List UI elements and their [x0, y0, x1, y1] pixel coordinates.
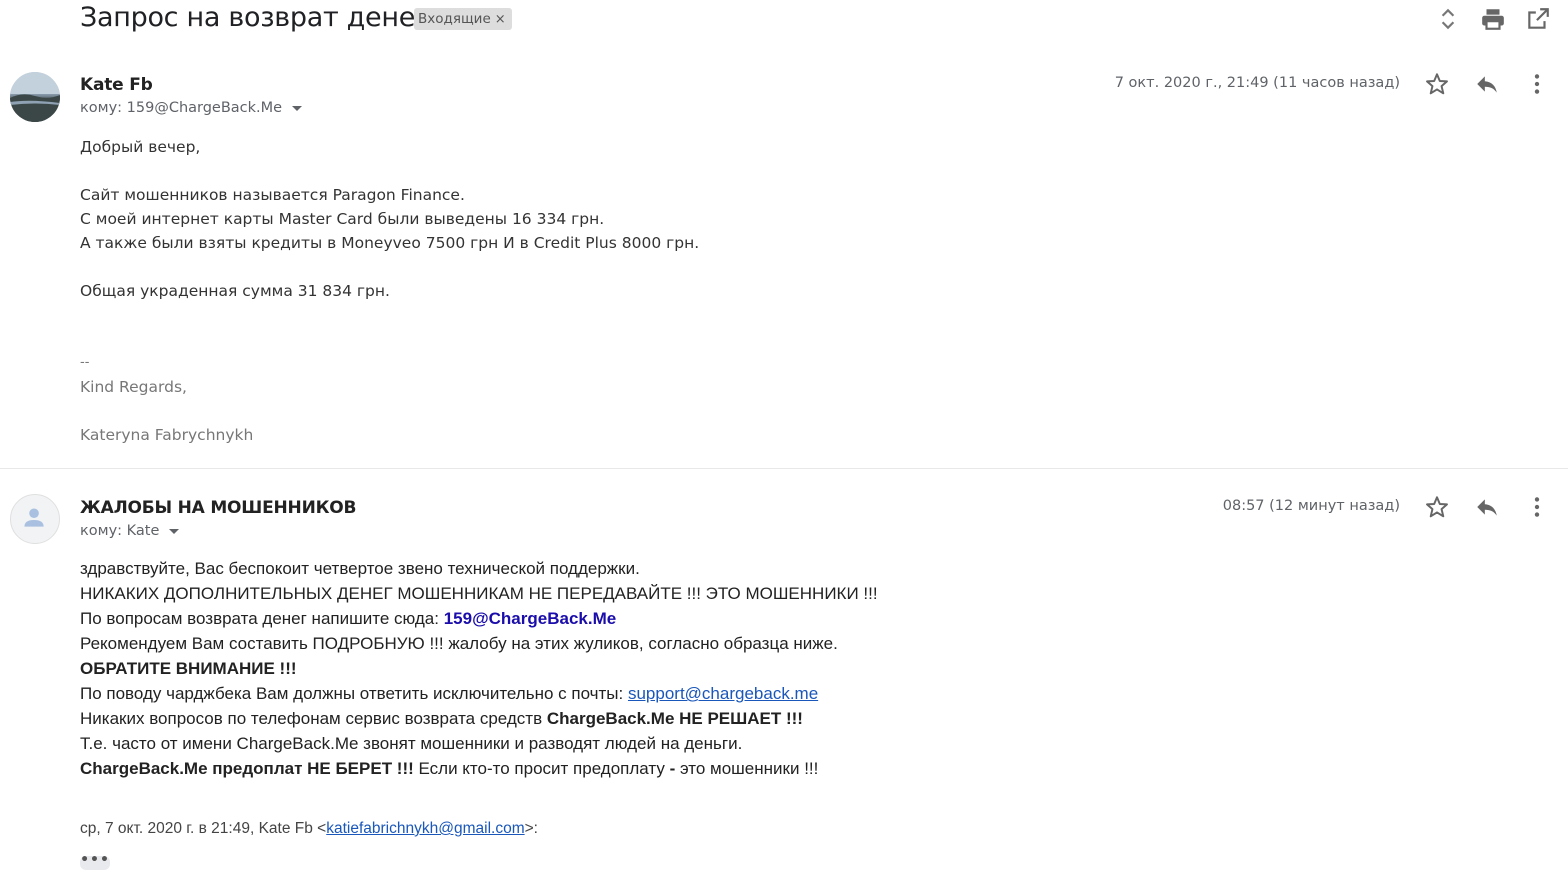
default-person-icon: [24, 508, 44, 527]
body-line: Сайт мошенников называется Paragon Finan…: [80, 186, 465, 204]
body-text: По поводу чарджбека Вам должны ответить …: [80, 684, 628, 703]
print-icon[interactable]: [1480, 6, 1506, 32]
more-options-icon[interactable]: [1524, 71, 1550, 97]
sender-avatar[interactable]: [10, 494, 60, 544]
body-line: С моей интернет карты Master Card были в…: [80, 210, 605, 228]
recipient-line[interactable]: кому: Kate: [80, 523, 180, 539]
body-line: НИКАКИХ ДОПОЛНИТЕЛЬНЫХ ДЕНЕГ МОШЕННИКАМ …: [80, 584, 878, 603]
reply-icon[interactable]: [1474, 494, 1500, 520]
recipient-text: кому: Kate: [80, 523, 160, 539]
quoted-header: ср, 7 окт. 2020 г. в 21:49, Kate Fb <kat…: [80, 820, 538, 838]
message-body: здравствуйте, Вас беспокоит четвертое зв…: [80, 556, 878, 781]
sender-name[interactable]: ЖАЛОБЫ НА МОШЕННИКОВ: [80, 498, 357, 518]
quote-suffix: >:: [524, 820, 538, 837]
body-line: А также были взяты кредиты в Moneyveo 75…: [80, 234, 700, 252]
body-line: Рекомендуем Вам составить ПОДРОБНУЮ !!! …: [80, 634, 838, 653]
more-options-icon[interactable]: [1524, 494, 1550, 520]
greeting: Добрый вечер,: [80, 138, 201, 156]
reply-icon[interactable]: [1474, 71, 1500, 97]
body-line: ChargeBack.Me предоплат НЕ БЕРЕТ !!! Есл…: [80, 756, 878, 781]
message-divider: [0, 468, 1568, 469]
expand-collapse-icon[interactable]: [1435, 6, 1461, 32]
body-line: Общая украденная сумма 31 834 грн.: [80, 282, 390, 300]
quote-prefix: ср, 7 окт. 2020 г. в 21:49, Kate Fb <: [80, 820, 327, 837]
recipient-line[interactable]: кому: 159@ChargeBack.Me: [80, 100, 303, 116]
body-line: По вопросам возврата денег напишите сюда…: [80, 606, 878, 631]
chargeback-email-link[interactable]: 159@ChargeBack.Me: [444, 609, 617, 628]
signature-separator: --: [80, 355, 90, 370]
recipient-text: кому: 159@ChargeBack.Me: [80, 100, 283, 116]
sender-name[interactable]: Kate Fb: [80, 75, 153, 95]
star-icon[interactable]: [1424, 71, 1450, 97]
remove-label-icon[interactable]: ×: [495, 12, 506, 27]
label-text: Входящие: [418, 11, 491, 27]
body-text: По вопросам возврата денег напишите сюда…: [80, 609, 444, 628]
inbox-label-chip[interactable]: Входящие ×: [414, 8, 512, 30]
quoted-email-link[interactable]: katiefabrichnykh@gmail.com: [326, 820, 524, 837]
body-bold-text: ChargeBack.Me предоплат НЕ БЕРЕТ !!!: [80, 759, 414, 778]
body-text: Никаких вопросов по телефонам сервис воз…: [80, 709, 547, 728]
message-date: 08:57 (12 минут назад): [1222, 498, 1400, 514]
message-date: 7 окт. 2020 г., 21:49 (11 часов назад): [1114, 75, 1400, 91]
show-details-icon[interactable]: [169, 528, 180, 534]
landscape-photo-icon: [10, 72, 60, 122]
sender-avatar[interactable]: [10, 72, 60, 122]
body-text: Если кто-то просит предоплату: [413, 759, 670, 778]
attention-heading: ОБРАТИТЕ ВНИМАНИЕ !!!: [80, 659, 297, 678]
body-text: это мошенники !!!: [675, 759, 819, 778]
email-subject: Запрос на возврат денег: [80, 2, 429, 33]
show-trimmed-content-button[interactable]: •••: [80, 853, 110, 870]
body-line: здравствуйте, Вас беспокоит четвертое зв…: [80, 559, 640, 578]
signature-name: Kateryna Fabrychnykh: [80, 426, 254, 444]
body-bold-text: ChargeBack.Me НЕ РЕШАЕТ !!!: [546, 709, 803, 728]
body-line: По поводу чарджбека Вам должны ответить …: [80, 681, 878, 706]
message-body: Добрый вечер, Сайт мошенников называется…: [80, 135, 699, 447]
body-line: Никаких вопросов по телефонам сервис воз…: [80, 706, 878, 731]
support-email-link[interactable]: support@chargeback.me: [628, 684, 818, 703]
show-details-icon[interactable]: [292, 105, 303, 111]
body-line: ОБРАТИТЕ ВНИМАНИЕ !!!: [80, 656, 878, 681]
body-line: Т.е. часто от имени ChargeBack.Me звонят…: [80, 734, 743, 753]
star-icon[interactable]: [1424, 494, 1450, 520]
open-in-new-window-icon[interactable]: [1525, 6, 1551, 32]
signature-line: Kind Regards,: [80, 378, 187, 396]
